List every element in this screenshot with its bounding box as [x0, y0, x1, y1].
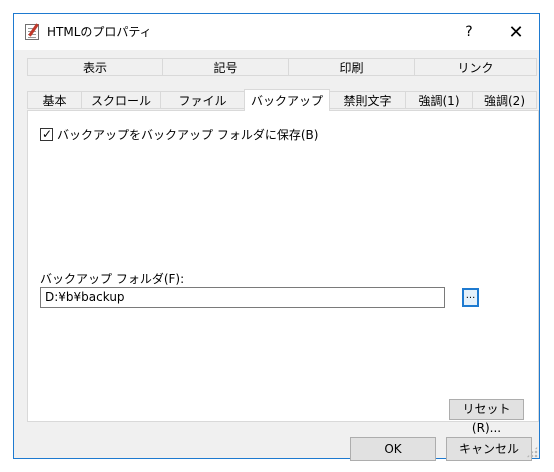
- tab-strip: 表示 記号 印刷 リンク 基本 スクロール ファイル バックアップ 禁則文字 強…: [27, 58, 537, 111]
- window-title: HTMLのプロパティ: [47, 25, 152, 39]
- backup-tab-page: ✓ バックアップをバックアップ フォルダに保存(B) バックアップ フォルダ(F…: [27, 110, 539, 435]
- tab-backup[interactable]: バックアップ: [244, 89, 330, 111]
- cancel-button[interactable]: キャンセル: [446, 437, 532, 461]
- reset-button[interactable]: リセット(R)...: [449, 399, 524, 435]
- close-button[interactable]: ✕: [493, 14, 539, 50]
- backup-folder-input[interactable]: D:¥b¥backup: [40, 287, 445, 308]
- tab-display[interactable]: 表示: [27, 58, 163, 76]
- tab-link[interactable]: リンク: [414, 58, 537, 76]
- backup-checkbox-label[interactable]: バックアップをバックアップ フォルダに保存(B): [57, 126, 318, 143]
- title-bar[interactable]: HTMLのプロパティ ? ✕: [14, 14, 539, 50]
- ok-button[interactable]: OK: [350, 437, 436, 461]
- tab-emphasis-1[interactable]: 強調(1): [405, 91, 473, 109]
- tab-emphasis-2[interactable]: 強調(2): [472, 91, 537, 109]
- help-button[interactable]: ?: [446, 14, 492, 50]
- backup-folder-label: バックアップ フォルダ(F):: [40, 272, 185, 286]
- tab-basic[interactable]: 基本: [27, 91, 82, 109]
- browse-folder-button[interactable]: ...: [462, 288, 479, 307]
- tab-print[interactable]: 印刷: [288, 58, 415, 76]
- checkmark-icon: ✓: [42, 127, 53, 141]
- properties-dialog: HTMLのプロパティ ? ✕ 表示 記号 印刷 リンク 基本 スクロール ファイ…: [13, 13, 540, 461]
- tab-file[interactable]: ファイル: [160, 91, 245, 109]
- tab-prohibited-chars[interactable]: 禁則文字: [329, 91, 406, 109]
- tab-scroll[interactable]: スクロール: [81, 91, 161, 109]
- backup-checkbox-row[interactable]: ✓ バックアップをバックアップ フォルダに保存(B): [40, 126, 318, 143]
- tab-symbols[interactable]: 記号: [162, 58, 289, 76]
- document-pen-icon: [25, 24, 39, 40]
- backup-checkbox[interactable]: ✓: [40, 127, 53, 141]
